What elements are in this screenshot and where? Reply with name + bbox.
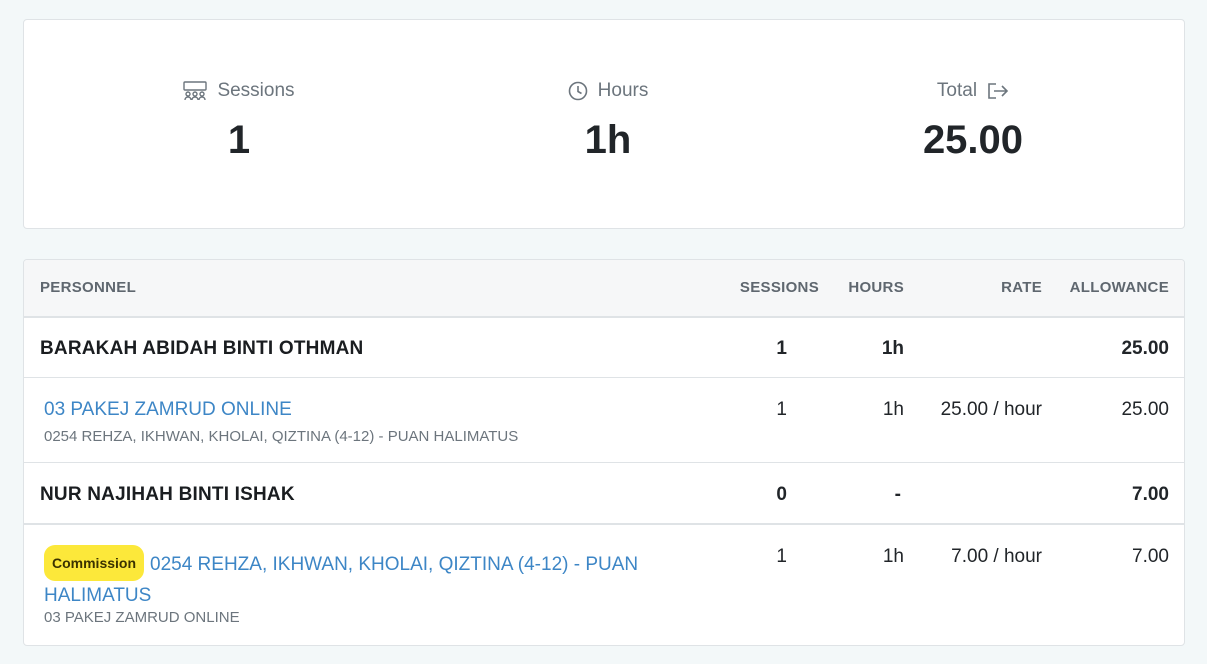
session-row: Commission 0254 REHZA, IKHWAN, KHOLAI, QI… xyxy=(24,525,1184,645)
session-title-block: Commission 0254 REHZA, IKHWAN, KHOLAI, QI… xyxy=(44,545,684,612)
hours-label: Hours xyxy=(597,80,649,101)
total-label: Total xyxy=(936,80,978,101)
col-personnel: PERSONNEL xyxy=(40,279,137,296)
sessions-label: Sessions xyxy=(217,80,295,101)
export-icon[interactable] xyxy=(987,82,1009,100)
session-allowance: 25.00 xyxy=(1121,399,1169,420)
sessions-value: 1 xyxy=(227,118,251,162)
session-link[interactable]: 03 PAKEJ ZAMRUD ONLINE xyxy=(44,399,292,421)
col-allowance: ALLOWANCE xyxy=(1069,279,1169,296)
session-hours: 1h xyxy=(882,546,904,567)
personnel-row: BARAKAH ABIDAH BINTI OTHMAN 1 1h 25.00 xyxy=(24,317,1184,378)
personnel-allowance: 7.00 xyxy=(1132,484,1169,505)
total-value: 25.00 xyxy=(922,118,1024,162)
session-subtitle: 03 PAKEJ ZAMRUD ONLINE xyxy=(44,609,240,626)
col-sessions: SESSIONS xyxy=(739,279,819,296)
session-rate: 25.00 / hour xyxy=(940,399,1042,420)
session-hours: 1h xyxy=(882,399,904,420)
col-hours: HOURS xyxy=(848,279,904,296)
group-icon xyxy=(183,81,208,101)
personnel-sessions: 0 xyxy=(776,484,787,505)
allowance-table: PERSONNEL SESSIONS HOURS RATE ALLOWANCE … xyxy=(23,259,1185,646)
clock-icon xyxy=(568,81,588,101)
session-allowance: 7.00 xyxy=(1132,546,1169,567)
session-subtitle: 0254 REHZA, IKHWAN, KHOLAI, QIZTINA (4-1… xyxy=(44,428,519,445)
personnel-row: NUR NAJIHAH BINTI ISHAK 0 - 7.00 xyxy=(24,463,1184,525)
hours-value: 1h xyxy=(584,118,632,162)
session-sessions: 1 xyxy=(776,399,787,420)
commission-badge: Commission xyxy=(44,545,145,581)
personnel-name: NUR NAJIHAH BINTI ISHAK xyxy=(40,484,295,505)
session-rate: 7.00 / hour xyxy=(951,546,1042,567)
personnel-allowance: 25.00 xyxy=(1121,338,1169,359)
session-link-continued[interactable]: HALIMATUS xyxy=(44,585,151,606)
personnel-hours: 1h xyxy=(881,338,904,359)
summary-card: Sessions 1 Hours 1h Total 25.00 xyxy=(23,19,1185,229)
col-rate: RATE xyxy=(1001,279,1042,296)
personnel-hours: - xyxy=(894,484,901,505)
personnel-name: BARAKAH ABIDAH BINTI OTHMAN xyxy=(40,338,364,359)
table-header: PERSONNEL SESSIONS HOURS RATE ALLOWANCE xyxy=(24,260,1184,318)
session-row: 03 PAKEJ ZAMRUD ONLINE 0254 REHZA, IKHWA… xyxy=(24,378,1184,463)
session-sessions: 1 xyxy=(776,546,787,567)
personnel-sessions: 1 xyxy=(776,338,787,359)
session-link[interactable]: 0254 REHZA, IKHWAN, KHOLAI, QIZTINA (4-1… xyxy=(150,554,638,575)
